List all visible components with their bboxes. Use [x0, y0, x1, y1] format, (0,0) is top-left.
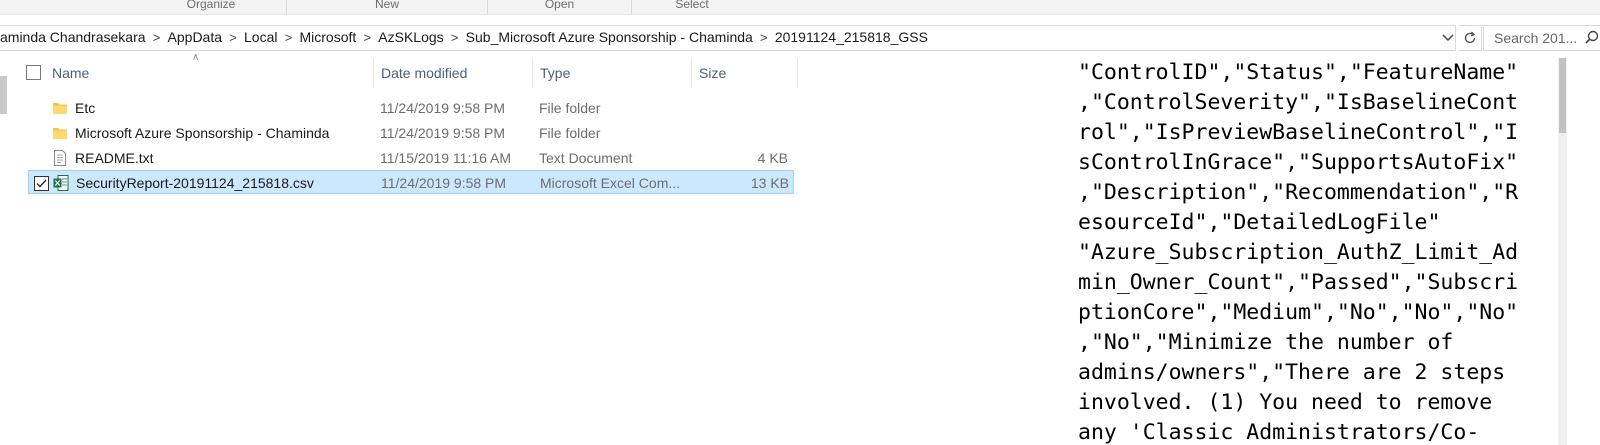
column-header-size[interactable]: Size	[691, 58, 798, 88]
refresh-button[interactable]	[1459, 25, 1482, 51]
sort-ascending-icon: ∧	[192, 52, 200, 63]
chevron-right-icon[interactable]: >	[222, 30, 244, 45]
breadcrumb-item[interactable]: 20191124_215818_GSS	[775, 29, 928, 45]
refresh-icon	[1464, 31, 1476, 44]
file-date: 11/24/2019 9:58 PM	[380, 100, 506, 116]
chevron-right-icon[interactable]: >	[444, 30, 466, 45]
column-header-date[interactable]: Date modified	[373, 58, 533, 88]
column-headers: Name Date modified Type Size	[20, 58, 800, 88]
file-size: 4 KB	[757, 150, 788, 166]
file-date: 11/24/2019 9:58 PM	[381, 175, 507, 191]
select-all-checkbox[interactable]	[26, 65, 41, 80]
preview-line: involved. (1) You need to remove	[1078, 390, 1493, 415]
breadcrumb-item[interactable]: Sub_Microsoft Azure Sponsorship - Chamin…	[466, 29, 753, 45]
breadcrumb-item[interactable]: Local	[244, 29, 277, 45]
ribbon-group-new[interactable]: New	[287, 0, 488, 14]
row-checkbox[interactable]	[34, 176, 49, 191]
file-name: SecurityReport-20191124_215818.csv	[76, 175, 314, 191]
file-row[interactable]: Microsoft Azure Sponsorship - Chaminda 1…	[28, 121, 794, 145]
excel-file-icon	[53, 175, 69, 191]
file-date: 11/24/2019 9:58 PM	[380, 125, 506, 141]
preview-scrollbar[interactable]	[1558, 58, 1567, 445]
ribbon-group-select[interactable]: Select	[632, 0, 752, 14]
column-header-label: Type	[540, 65, 571, 81]
preview-scrollbar-thumb[interactable]	[1559, 58, 1566, 133]
preview-line: rol","IsPreviewBaselineControl","I	[1078, 120, 1519, 145]
file-type: File folder	[539, 100, 601, 116]
preview-line: ptionCore","Medium","No","No","No"	[1078, 300, 1519, 325]
search-box[interactable]	[1483, 25, 1600, 51]
preview-line: sControlInGrace","SupportsAutoFix"	[1078, 150, 1519, 175]
search-input[interactable]	[1492, 29, 1596, 47]
column-header-label: Name	[52, 65, 90, 81]
folder-icon	[53, 103, 67, 114]
chevron-right-icon[interactable]: >	[356, 30, 378, 45]
preview-line: ,"Description","Recommendation","R	[1078, 180, 1519, 205]
preview-line: "ControlID","Status","FeatureName"	[1078, 60, 1519, 85]
preview-line: ,"No","Minimize the number of	[1078, 330, 1454, 355]
preview-line: admins/owners","There are 2 steps	[1078, 360, 1506, 385]
file-size: 13 KB	[750, 175, 789, 191]
text-file-icon	[54, 150, 66, 166]
file-date: 11/15/2019 11:16 AM	[380, 150, 512, 166]
column-header-label: Date modified	[381, 65, 468, 81]
file-name: Etc	[75, 100, 96, 116]
preview-line: any 'Classic Administrators/Co-	[1078, 420, 1480, 445]
chevron-right-icon[interactable]: >	[277, 30, 299, 45]
breadcrumb-item[interactable]: aminda Chandrasekara	[0, 29, 146, 45]
preview-text: "ControlID","Status","FeatureName" ,"Con…	[1078, 58, 1518, 445]
file-type: Microsoft Excel Com...	[540, 175, 681, 191]
file-type: File folder	[539, 125, 601, 141]
column-header-type[interactable]: Type	[532, 58, 692, 88]
breadcrumb[interactable]: aminda Chandrasekara > AppData > Local > Micro…	[0, 25, 1456, 51]
breadcrumb-item[interactable]: AzSKLogs	[378, 29, 443, 45]
preview-line: min_Owner_Count","Passed","Subscri	[1078, 270, 1519, 295]
folder-icon	[53, 128, 67, 139]
breadcrumb-item[interactable]: AppData	[168, 29, 222, 45]
preview-line: "Azure_Subscription_AuthZ_Limit_Ad	[1078, 240, 1519, 265]
ribbon-group-open[interactable]: Open	[488, 0, 632, 14]
preview-line: ,"ControlSeverity","IsBaselineCont	[1078, 90, 1519, 115]
ribbon-group-label: Open	[544, 0, 575, 11]
file-name: Microsoft Azure Sponsorship - Chaminda	[75, 125, 330, 141]
file-type: Text Document	[539, 150, 633, 166]
navigation-scrollbar[interactable]	[0, 76, 7, 114]
chevron-right-icon[interactable]: >	[146, 30, 168, 45]
ribbon-divider	[0, 14, 1600, 15]
file-row[interactable]: README.txt 11/15/2019 11:16 AM Text Docu…	[28, 146, 794, 170]
navigation-pane	[0, 64, 8, 445]
checkmark-icon	[36, 179, 47, 188]
column-header-label: Size	[699, 65, 727, 81]
preview-line: esourceId","DetailedLogFile"	[1078, 210, 1441, 235]
file-name: README.txt	[75, 150, 154, 166]
preview-pane: "ControlID","Status","FeatureName" ,"Con…	[1070, 58, 1560, 445]
ribbon-group-label: Organize	[186, 0, 236, 11]
column-header-name[interactable]: Name	[44, 58, 374, 88]
file-row-selected[interactable]: SecurityReport-20191124_215818.csv 11/24…	[28, 170, 794, 194]
ribbon: Organize New Open Select	[0, 0, 1600, 14]
breadcrumb-item[interactable]: Microsoft	[299, 29, 356, 45]
chevron-down-icon	[1442, 34, 1454, 42]
address-history-button[interactable]	[1440, 27, 1456, 47]
ribbon-group-label: New	[374, 0, 399, 11]
file-row[interactable]: Etc 11/24/2019 9:58 PM File folder	[28, 96, 794, 120]
search-icon[interactable]	[1585, 30, 1599, 44]
address-bar: aminda Chandrasekara > AppData > Local > Micro…	[0, 25, 1600, 51]
chevron-right-icon[interactable]: >	[753, 30, 775, 45]
ribbon-group-organize[interactable]: Organize	[136, 0, 287, 14]
ribbon-group-label: Select	[675, 0, 709, 11]
